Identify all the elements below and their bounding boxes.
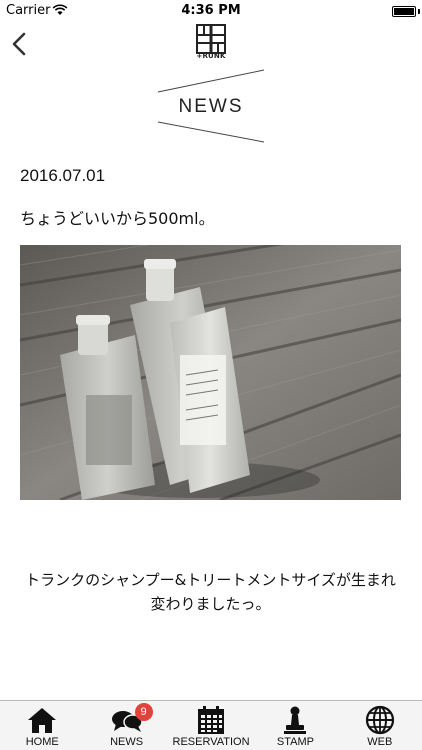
tab-news-label: NEWS [110, 736, 144, 748]
clock: 4:36 PM [181, 3, 241, 18]
product-photo-illustration [20, 245, 401, 500]
logo-text: +RUNK [196, 52, 226, 60]
brand-logo: +RUNK [196, 24, 226, 62]
section-title: NEWS [178, 96, 244, 117]
calendar-icon [198, 706, 225, 734]
tab-reservation-label: RESERVATION [172, 736, 250, 748]
status-bar: Carrier 4:36 PM [0, 0, 422, 22]
logo-mark [196, 24, 226, 54]
tab-bar: HOME 9 NEWS RESERVATION STAMP WEB [0, 700, 422, 750]
back-button[interactable] [6, 28, 34, 60]
tab-news[interactable]: 9 NEWS [84, 701, 168, 750]
globe-icon [365, 705, 394, 735]
chevron-left-icon [12, 32, 26, 56]
tab-stamp[interactable]: STAMP [253, 701, 337, 750]
stamp-icon [284, 706, 307, 734]
tab-home-label: HOME [25, 736, 59, 748]
news-badge: 9 [134, 703, 153, 721]
battery-icon [392, 6, 416, 17]
article-body: トランクのシャンプー&トリートメントサイズが生まれ変わりましたっ。 [25, 571, 396, 613]
article-photo [20, 245, 401, 500]
article-date: 2016.07.01 [20, 166, 106, 185]
tab-home[interactable]: HOME [0, 701, 84, 750]
home-icon [28, 708, 57, 733]
tab-reservation[interactable]: RESERVATION [169, 701, 253, 750]
article-title: ちょうどいいから500ml。 [20, 209, 215, 228]
tab-web[interactable]: WEB [338, 701, 422, 750]
section-heading: NEWS [152, 64, 270, 144]
battery-tip [418, 9, 420, 14]
tab-web-label: WEB [367, 736, 393, 748]
tab-stamp-label: STAMP [276, 736, 314, 748]
